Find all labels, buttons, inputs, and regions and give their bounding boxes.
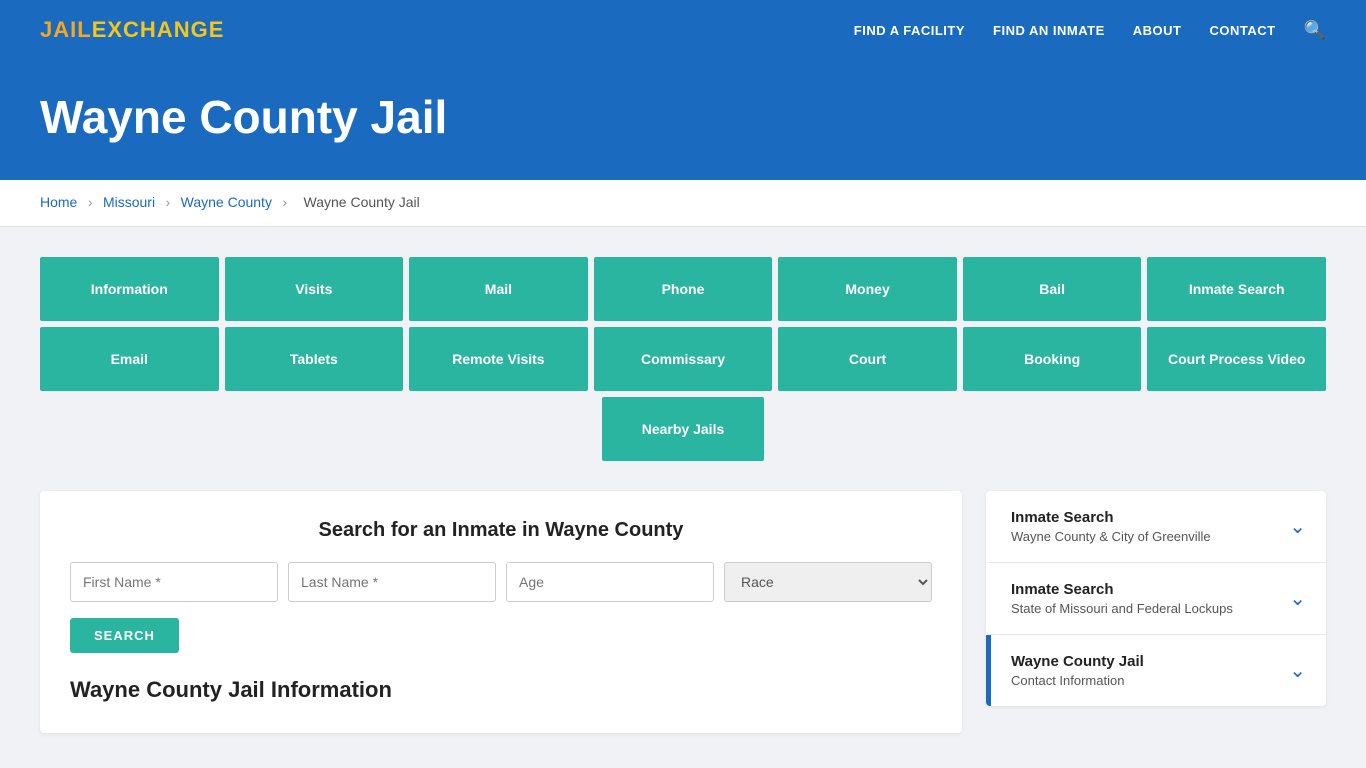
sidebar-item-1[interactable]: Inmate Search Wayne County & City of Gre… <box>986 491 1326 563</box>
btn-remote-visits[interactable]: Remote Visits <box>409 327 588 391</box>
sidebar-item-2[interactable]: Inmate Search State of Missouri and Fede… <box>986 563 1326 635</box>
nav-find-facility[interactable]: FIND A FACILITY <box>854 23 965 38</box>
search-button[interactable]: SEARCH <box>70 618 179 653</box>
chevron-down-icon-1: ⌄ <box>1289 514 1306 539</box>
breadcrumb-sep1: › <box>88 194 93 210</box>
sidebar-item-2-subtitle: State of Missouri and Federal Lockups <box>1011 601 1233 616</box>
hero-section: Wayne County Jail <box>0 60 1366 180</box>
jail-info-heading: Wayne County Jail Information <box>70 677 932 703</box>
buttons-row3: Nearby Jails <box>40 397 1326 461</box>
buttons-row1: Information Visits Mail Phone Money Bail… <box>40 257 1326 321</box>
inmate-search-box: Search for an Inmate in Wayne County Rac… <box>40 491 962 733</box>
sidebar-item-2-title: Inmate Search <box>1011 581 1233 598</box>
btn-email[interactable]: Email <box>40 327 219 391</box>
search-inputs: Race White Black Hispanic Asian Other <box>70 562 932 602</box>
main-content: Information Visits Mail Phone Money Bail… <box>0 227 1366 763</box>
chevron-down-icon-2: ⌄ <box>1289 586 1306 611</box>
first-name-input[interactable] <box>70 562 278 602</box>
breadcrumb-wayne-county[interactable]: Wayne County <box>181 194 272 210</box>
btn-mail[interactable]: Mail <box>409 257 588 321</box>
nav-find-inmate[interactable]: FIND AN INMATE <box>993 23 1105 38</box>
sidebar: Inmate Search Wayne County & City of Gre… <box>986 491 1326 706</box>
btn-booking[interactable]: Booking <box>963 327 1142 391</box>
age-input[interactable] <box>506 562 714 602</box>
btn-court-process-video[interactable]: Court Process Video <box>1147 327 1326 391</box>
buttons-row2: Email Tablets Remote Visits Commissary C… <box>40 327 1326 391</box>
btn-tablets[interactable]: Tablets <box>225 327 404 391</box>
breadcrumb-sep3: › <box>282 194 287 210</box>
btn-money[interactable]: Money <box>778 257 957 321</box>
lower-section: Search for an Inmate in Wayne County Rac… <box>40 491 1326 733</box>
btn-court[interactable]: Court <box>778 327 957 391</box>
breadcrumb-home[interactable]: Home <box>40 194 77 210</box>
sidebar-card: Inmate Search Wayne County & City of Gre… <box>986 491 1326 706</box>
btn-commissary[interactable]: Commissary <box>594 327 773 391</box>
btn-nearby-jails[interactable]: Nearby Jails <box>602 397 765 461</box>
sidebar-item-3-subtitle: Contact Information <box>1011 673 1144 688</box>
site-header: JAILEXCHANGE FIND A FACILITY FIND AN INM… <box>0 0 1366 60</box>
sidebar-item-3-title: Wayne County Jail <box>1011 653 1144 670</box>
sidebar-item-1-title: Inmate Search <box>1011 509 1211 526</box>
search-title: Search for an Inmate in Wayne County <box>70 519 932 542</box>
breadcrumb: Home › Missouri › Wayne County › Wayne C… <box>0 180 1366 227</box>
main-nav: FIND A FACILITY FIND AN INMATE ABOUT CON… <box>854 20 1326 41</box>
chevron-down-icon-3: ⌄ <box>1289 658 1306 683</box>
btn-visits[interactable]: Visits <box>225 257 404 321</box>
sidebar-item-1-subtitle: Wayne County & City of Greenville <box>1011 529 1211 544</box>
breadcrumb-current: Wayne County Jail <box>304 194 420 210</box>
btn-inmate-search[interactable]: Inmate Search <box>1147 257 1326 321</box>
page-title: Wayne County Jail <box>40 90 1326 144</box>
last-name-input[interactable] <box>288 562 496 602</box>
btn-information[interactable]: Information <box>40 257 219 321</box>
breadcrumb-sep2: › <box>166 194 171 210</box>
logo-jail: JAIL <box>40 17 92 42</box>
btn-phone[interactable]: Phone <box>594 257 773 321</box>
search-icon[interactable]: 🔍 <box>1304 20 1326 41</box>
sidebar-item-3[interactable]: Wayne County Jail Contact Information ⌄ <box>986 635 1326 706</box>
race-select[interactable]: Race White Black Hispanic Asian Other <box>724 562 932 602</box>
logo-exchange: EXCHANGE <box>92 17 225 42</box>
site-logo[interactable]: JAILEXCHANGE <box>40 17 224 43</box>
nav-about[interactable]: ABOUT <box>1133 23 1182 38</box>
breadcrumb-missouri[interactable]: Missouri <box>103 194 155 210</box>
nav-contact[interactable]: CONTACT <box>1209 23 1275 38</box>
btn-bail[interactable]: Bail <box>963 257 1142 321</box>
